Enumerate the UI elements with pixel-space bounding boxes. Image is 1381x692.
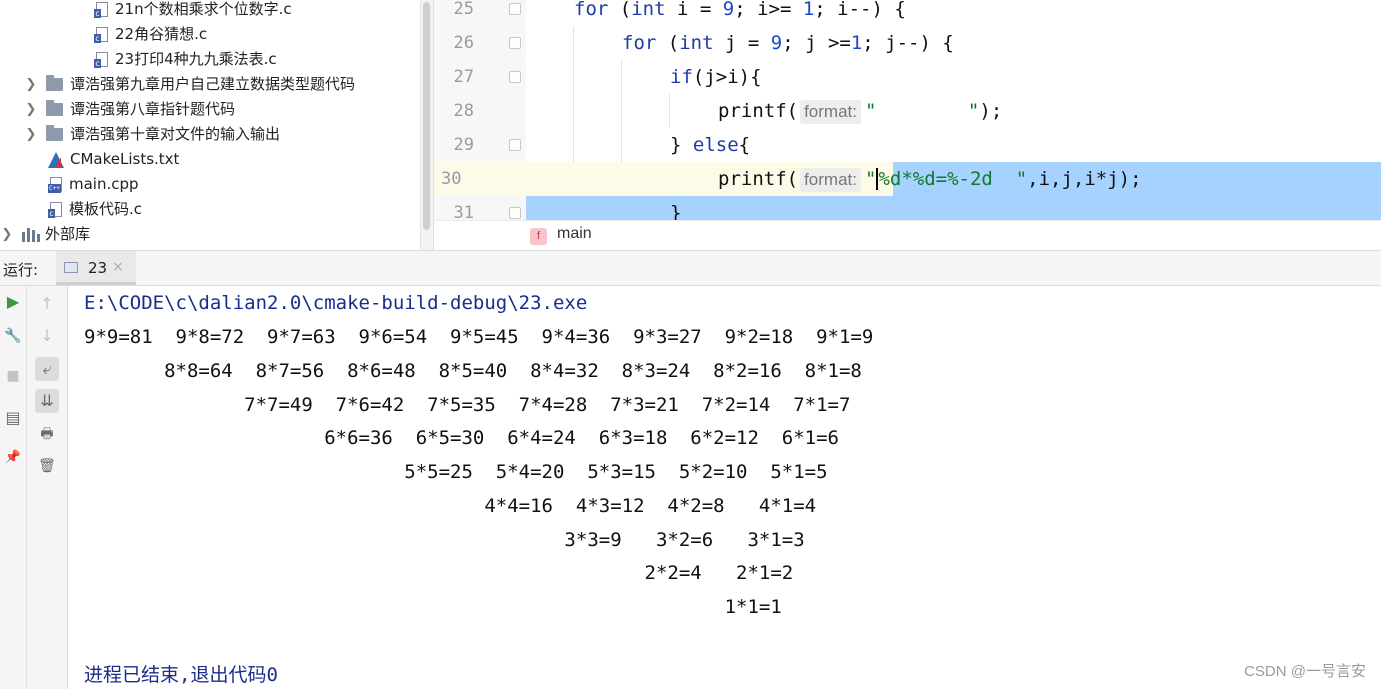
run-panel-header: 运行: 23 × [0, 250, 1381, 286]
breadcrumb[interactable]: f main [434, 220, 1381, 251]
console-line: 9*9=81 9*8=72 9*7=63 9*6=54 9*5=45 9*4=3… [84, 326, 874, 348]
c-file-icon: c [48, 201, 64, 218]
code-line-current[interactable]: printf(format: " %d*%d=%-2d ",i,j,i*j); [526, 162, 1381, 196]
inlay-hint: format: [800, 167, 861, 192]
run-tab-label: 23 [88, 259, 108, 277]
run-tab[interactable]: 23 × [56, 251, 136, 285]
chevron-right-icon[interactable]: ❯ [24, 97, 38, 122]
code-line[interactable]: } else{ [526, 128, 1381, 162]
console-line: 4*4=16 4*3=12 4*2=8 4*1=4 [84, 495, 817, 517]
run-label: 运行: [3, 261, 39, 279]
code-line[interactable]: for (int j = 9; j >=1; j--) { [526, 26, 1381, 60]
pin-icon[interactable]: 📌 [1, 446, 25, 470]
console-line: 5*5=25 5*4=20 5*3=15 5*2=10 5*1=5 [84, 461, 828, 483]
folder-icon [46, 125, 63, 141]
project-tree: c 21n个数相乘求个位数字.c c 22角谷猜想.c c 23打印4种九九乘法… [0, 0, 420, 250]
console-line: 7*7=49 7*6=42 7*5=35 7*4=28 7*3=21 7*2=1… [84, 394, 851, 416]
editor-gutter: 25 26 27 28 29 30 31 [434, 0, 526, 223]
fold-marker-icon[interactable] [509, 37, 521, 49]
breadcrumb-function[interactable]: main [557, 225, 592, 243]
folder-icon [46, 100, 63, 116]
rerun-button[interactable]: ▶ [1, 290, 25, 314]
chevron-right-icon[interactable]: ❯ [24, 72, 38, 97]
cmake-icon [48, 151, 64, 168]
tree-item-file[interactable]: CMakeLists.txt [48, 147, 179, 172]
c-file-icon: c [94, 26, 110, 43]
close-icon[interactable]: × [112, 259, 124, 275]
tree-item-folder[interactable]: ❯ 谭浩强第八章指针题代码 [24, 97, 235, 122]
cpp-file-icon: C++ [48, 176, 64, 193]
c-file-icon: c [94, 1, 110, 18]
tree-item-folder[interactable]: ❯ 谭浩强第九章用户自己建立数据类型题代码 [24, 72, 355, 97]
code-line[interactable]: for (int i = 9; i>= 1; i--) { [526, 0, 1381, 26]
text-cursor: %d*%d=%-2d " [876, 168, 1028, 190]
layout-icon[interactable]: ▤ [1, 406, 25, 430]
console-exit-message: 进程已结束,退出代码0 [84, 664, 278, 686]
tree-item-label: 模板代码.c [69, 200, 143, 218]
c-file-icon: c [94, 51, 110, 68]
function-icon: f [530, 228, 547, 245]
console-toolbar: ↑ ↓ ⤶ ⇊ 🖶 🗑 [27, 286, 68, 689]
tree-item-label: 谭浩强第八章指针题代码 [70, 100, 236, 118]
code-line-selected[interactable]: } [526, 196, 1381, 220]
scrollbar-thumb[interactable] [423, 2, 430, 230]
console-output[interactable]: E:\CODE\c\dalian2.0\cmake-build-debug\23… [68, 286, 1381, 689]
tree-item-file[interactable]: C++ main.cpp [48, 172, 139, 197]
console-icon [64, 262, 78, 273]
tree-item-label: 23打印4种九九乘法表.c [115, 50, 277, 68]
tree-item-file[interactable]: c 22角谷猜想.c [94, 22, 207, 47]
code-editor[interactable]: 25 26 27 28 29 30 31 for (int i = 9; i>=… [433, 0, 1381, 251]
tree-scrollbar[interactable] [420, 0, 433, 250]
up-arrow-icon[interactable]: ↑ [35, 292, 59, 316]
tree-item-label: 22角谷猜想.c [115, 25, 208, 43]
tree-item-folder[interactable]: ❯ 谭浩强第十章对文件的输入输出 [24, 122, 280, 147]
tree-item-libraries[interactable]: ❯ 外部库 [0, 222, 90, 247]
line-number: 26 [453, 33, 474, 53]
library-icon [22, 227, 40, 242]
run-toolbar: ▶ 🔧 ■ ▤ 📌 [0, 286, 27, 689]
line-number: 29 [453, 135, 474, 155]
wrench-icon[interactable]: 🔧 [1, 324, 25, 348]
tree-item-label: 外部库 [45, 225, 91, 243]
tree-item-label: 谭浩强第十章对文件的输入输出 [70, 125, 281, 143]
line-number-current: 30 [434, 162, 526, 196]
console-line: 6*6=36 6*5=30 6*4=24 6*3=18 6*2=12 6*1=6 [84, 427, 839, 449]
tree-item-label: main.cpp [69, 175, 139, 193]
chevron-right-icon[interactable]: ❯ [0, 222, 14, 247]
line-number: 25 [453, 0, 474, 19]
code-line[interactable]: printf(format: " "); [526, 94, 1381, 128]
fold-marker-icon[interactable] [509, 71, 521, 83]
line-number: 27 [453, 67, 474, 87]
inlay-hint: format: [800, 99, 861, 124]
tree-item-file[interactable]: c 23打印4种九九乘法表.c [94, 47, 277, 72]
stop-button[interactable]: ■ [1, 364, 25, 388]
scroll-to-end-button[interactable]: ⇊ [35, 389, 59, 413]
print-icon[interactable]: 🖶 [35, 422, 59, 446]
soft-wrap-button[interactable]: ⤶ [35, 357, 59, 381]
tree-item-label: 谭浩强第九章用户自己建立数据类型题代码 [70, 75, 356, 93]
folder-icon [46, 75, 63, 91]
console-line: 2*2=4 2*1=2 [84, 562, 794, 584]
fold-marker-icon[interactable] [509, 3, 521, 15]
tree-item-label: CMakeLists.txt [70, 150, 180, 168]
tree-item-file[interactable]: c 21n个数相乘求个位数字.c [94, 0, 292, 22]
console-line: 8*8=64 8*7=56 8*6=48 8*5=40 8*4=32 8*3=2… [84, 360, 862, 382]
tree-item-file[interactable]: c 模板代码.c [48, 197, 142, 222]
fold-marker-icon[interactable] [509, 139, 521, 151]
console-line: 3*3=9 3*2=6 3*1=3 [84, 529, 805, 551]
console-exe-path: E:\CODE\c\dalian2.0\cmake-build-debug\23… [84, 292, 588, 314]
chevron-right-icon[interactable]: ❯ [24, 122, 38, 147]
trash-icon[interactable]: 🗑 [35, 454, 59, 478]
fold-marker-icon[interactable] [509, 207, 521, 219]
code-line[interactable]: if(j>i){ [526, 60, 1381, 94]
watermark: CSDN @一号言安 [1244, 663, 1366, 680]
line-number: 28 [453, 101, 474, 121]
console-line: 1*1=1 [84, 596, 782, 618]
down-arrow-icon[interactable]: ↓ [35, 324, 59, 348]
tree-item-label: 21n个数相乘求个位数字.c [115, 0, 292, 18]
